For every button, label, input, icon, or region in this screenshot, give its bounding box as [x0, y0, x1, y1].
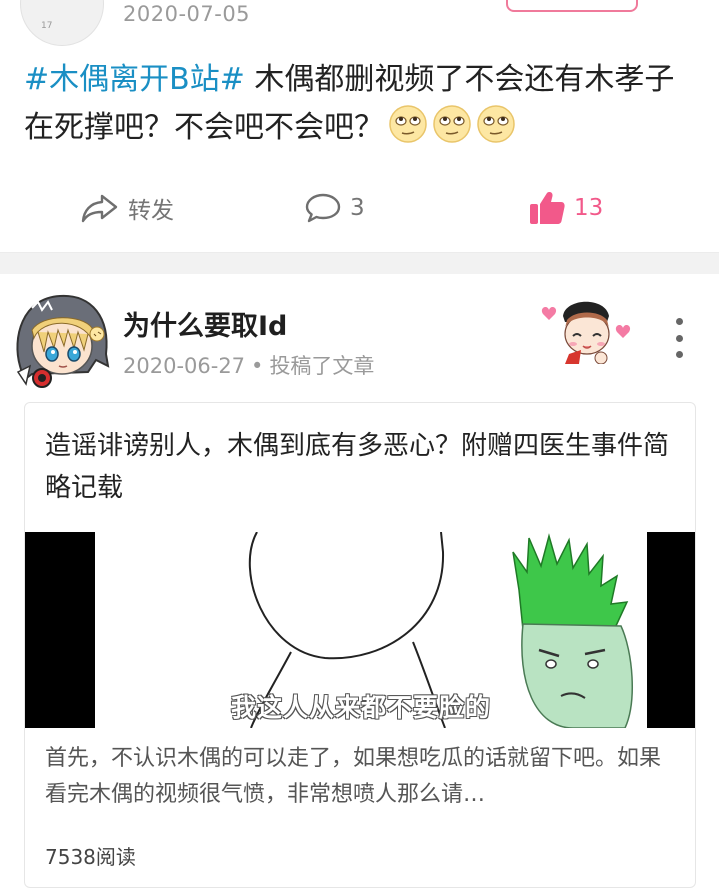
- article-summary: 首先，不认识木偶的可以走了，如果想吃瓜的话就留下吧。如果看完木偶的视频很气愤，非…: [45, 746, 662, 807]
- author-name[interactable]: 为什么要取Id: [123, 304, 287, 343]
- read-count: 7538阅读: [45, 845, 136, 869]
- rolling-eyes-emoji: [476, 104, 516, 144]
- post-action-text: 投稿了文章: [269, 354, 375, 378]
- article-card[interactable]: 造谣诽谤别人，木偶到底有多恶心？附赠四医生事件简略记载 我这人从来都不要脸的 首…: [24, 402, 696, 888]
- post-card: 为什么要取Id 2020-06-27 • 投稿了文章 造谣诽谤别人，木偶到底有多恶心…: [0, 274, 719, 892]
- rolling-eyes-emoji: [432, 104, 472, 144]
- share-icon: [81, 194, 118, 223]
- rolling-eyes-emoji: [388, 104, 428, 144]
- avatar-label: 17: [41, 21, 53, 31]
- more-options-icon[interactable]: [668, 318, 690, 358]
- comment-icon: [305, 193, 341, 223]
- separator-dot: •: [251, 354, 264, 378]
- post-meta: 2020-06-27 • 投稿了文章: [123, 350, 374, 380]
- like-count: 13: [574, 195, 604, 221]
- post-text: #木偶离开B站# 木偶都删视频了不会还有木孝子在死撑吧？不会吧不会吧？: [24, 56, 704, 152]
- article-cover-image: 我这人从来都不要脸的: [25, 532, 695, 728]
- comment-button[interactable]: 3: [304, 186, 365, 230]
- post-date: 2020-07-05: [123, 2, 251, 26]
- post-card: 17 2020-07-05 #木偶离开B站# 木偶都删视频了不会还有木孝子在死撑…: [0, 0, 719, 252]
- thumbs-up-icon: [530, 192, 565, 224]
- follow-button[interactable]: [506, 0, 638, 12]
- hashtag-link[interactable]: #木偶离开B站#: [24, 62, 245, 97]
- anime-girl-sticker-icon: [541, 301, 631, 364]
- like-button[interactable]: 13: [528, 186, 603, 230]
- share-button[interactable]: 转发: [80, 186, 174, 230]
- article-title: 造谣诽谤别人，木偶到底有多恶心？附赠四医生事件简略记载: [45, 431, 670, 503]
- share-label: 转发: [128, 198, 174, 224]
- comment-count: 3: [350, 195, 365, 221]
- video-subtitle: 我这人从来都不要脸的: [230, 693, 491, 722]
- avatar[interactable]: [12, 288, 112, 388]
- feed-divider: [0, 252, 719, 274]
- post-actions: 转发 3 13: [0, 186, 719, 230]
- avatar[interactable]: 17: [20, 0, 104, 46]
- post-date: 2020-06-27: [123, 354, 246, 378]
